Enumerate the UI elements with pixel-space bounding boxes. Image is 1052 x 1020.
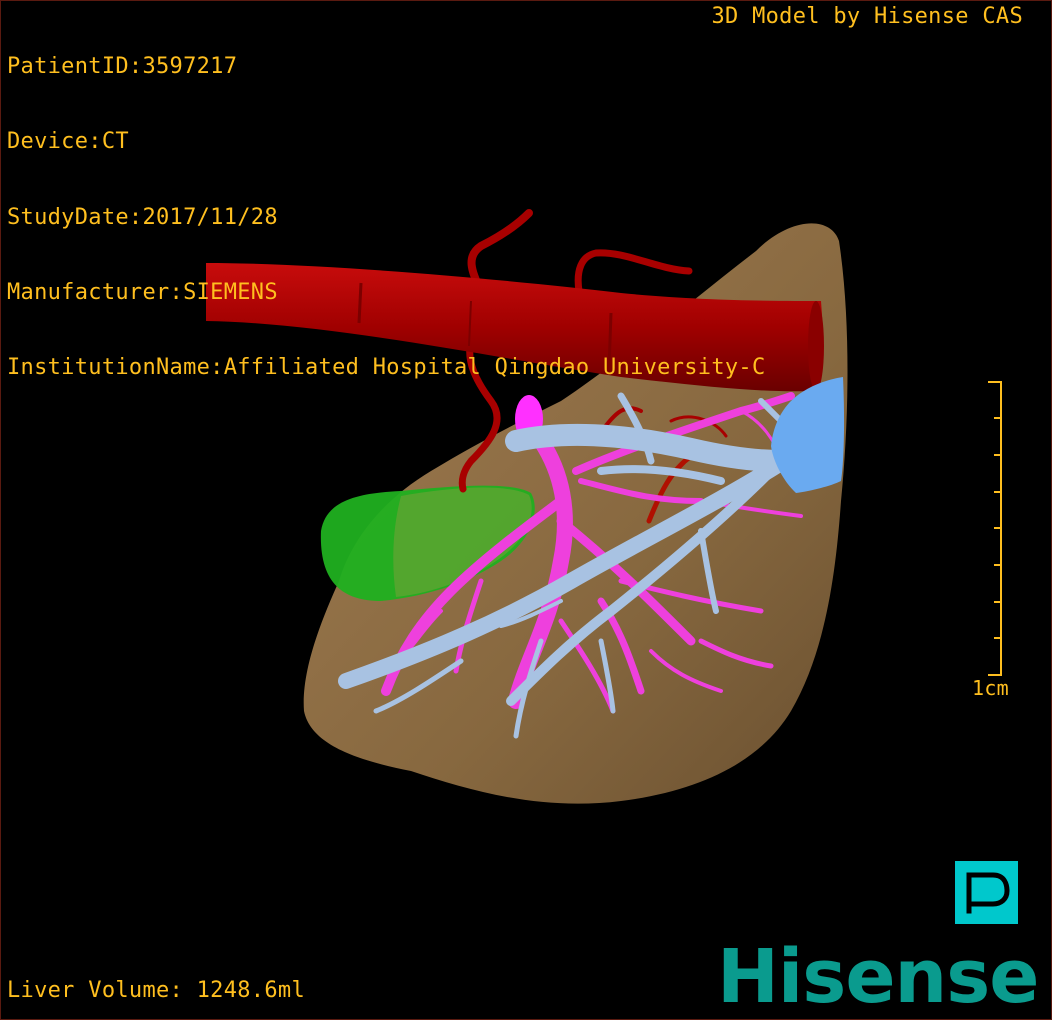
study-date-text: StudyDate:2017/11/28	[7, 204, 278, 230]
patient-id-text: PatientID:3597217	[7, 54, 238, 79]
liver-volume-text: Liver Volume: 1248.6ml	[7, 978, 305, 1003]
view-mode-button[interactable]	[955, 861, 1018, 924]
dicom-info-overlay: PatientID:3597217 Device:CT StudyDate:20…	[7, 4, 766, 430]
scale-tick	[994, 417, 1002, 419]
scale-label: 1cm	[972, 676, 1010, 700]
scale-tick	[994, 564, 1002, 566]
scale-tick	[988, 381, 1002, 383]
manufacturer-text: Manufacturer:SIEMENS	[7, 279, 278, 305]
scale-bar	[987, 381, 1003, 676]
hisense-logo: Hisense	[717, 934, 1039, 1020]
institution-text: InstitutionName:Affiliated Hospital Qing…	[7, 355, 766, 381]
scale-tick	[994, 637, 1002, 639]
scale-tick	[994, 601, 1002, 603]
scale-tick	[994, 491, 1002, 493]
3d-viewport[interactable]: PatientID:3597217 Device:CT StudyDate:20…	[0, 0, 1052, 1020]
model-credit-text: 3D Model by Hisense CAS	[711, 4, 1023, 29]
view-mode-icon	[966, 872, 1010, 914]
device-text: Device:CT	[7, 129, 129, 155]
scale-tick	[994, 527, 1002, 529]
scale-tick	[994, 454, 1002, 456]
